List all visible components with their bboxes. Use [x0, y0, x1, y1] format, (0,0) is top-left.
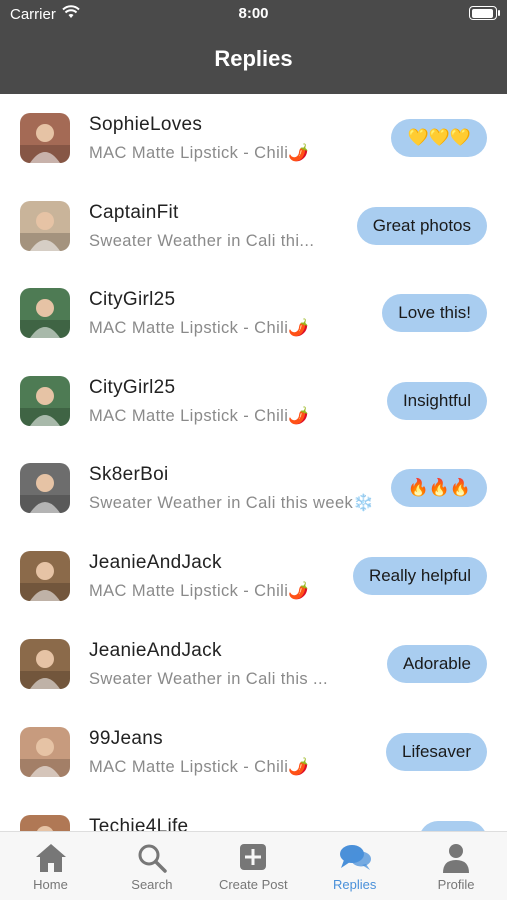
- nav-header: Carrier 8:00 Replies: [0, 0, 507, 94]
- reply-row[interactable]: JeanieAndJack Sweater Weather in Cali thi…: [0, 620, 507, 708]
- reply-bubble[interactable]: 💛💛💛: [391, 119, 487, 157]
- reply-row[interactable]: SophieLoves MAC Matte Lipstick - Chili🌶️ 💛…: [0, 94, 507, 182]
- person-icon: [406, 842, 507, 874]
- home-icon: [0, 842, 101, 874]
- reply-row[interactable]: 99Jeans MAC Matte Lipstick - Chili🌶️ Lifes…: [0, 708, 507, 796]
- reply-post-title: MAC Matte Lipstick - Chili🌶️: [89, 758, 310, 776]
- status-time: 8:00: [238, 5, 269, 22]
- tab-replies[interactable]: Replies: [304, 832, 405, 900]
- reply-post-title: Sweater Weather in Cali this ...: [89, 670, 329, 688]
- reply-username: CityGirl25: [89, 377, 176, 398]
- reply-post-title: Sweater Weather in Cali thi...: [89, 232, 315, 250]
- tab-label: Replies: [333, 877, 377, 892]
- plus-square-icon: [203, 842, 304, 874]
- reply-bubble[interactable]: 🔥🔥🔥: [391, 469, 487, 507]
- tab-search[interactable]: Search: [101, 832, 202, 900]
- reply-bubble[interactable]: Great photos: [356, 207, 487, 245]
- reply-row[interactable]: CityGirl25 MAC Matte Lipstick - Chili🌶️ Lo…: [0, 269, 507, 357]
- page-title: Replies: [214, 46, 293, 71]
- avatar[interactable]: [20, 113, 70, 163]
- avatar[interactable]: [20, 727, 70, 777]
- reply-post-title: Sweater Weather in Cali this week❄️: [89, 494, 375, 512]
- reply-row[interactable]: Techie4Life: [0, 796, 507, 831]
- avatar[interactable]: [20, 288, 70, 338]
- avatar[interactable]: [20, 815, 70, 831]
- reply-bubble[interactable]: [419, 821, 487, 831]
- reply-bubble[interactable]: Insightful: [386, 382, 487, 420]
- reply-post-title: MAC Matte Lipstick - Chili🌶️: [89, 144, 310, 162]
- status-bar: Carrier 8:00: [0, 0, 507, 28]
- reply-row[interactable]: JeanieAndJack MAC Matte Lipstick - Chili🌶…: [0, 532, 507, 620]
- reply-row[interactable]: CityGirl25 MAC Matte Lipstick - Chili🌶️ In…: [0, 357, 507, 445]
- reply-bubble[interactable]: Really helpful: [352, 557, 487, 595]
- chat-bubbles-icon: [304, 842, 405, 874]
- avatar[interactable]: [20, 551, 70, 601]
- tab-label: Create Post: [218, 877, 288, 892]
- tab-bar: Home Search Create Post Replies Profile: [0, 831, 507, 900]
- reply-bubble[interactable]: Love this!: [382, 294, 487, 332]
- avatar[interactable]: [20, 201, 70, 251]
- avatar[interactable]: [20, 376, 70, 426]
- reply-username: 99Jeans: [89, 728, 163, 749]
- reply-post-title: MAC Matte Lipstick - Chili🌶️: [89, 319, 310, 337]
- battery-icon: [469, 6, 500, 20]
- replies-list[interactable]: SophieLoves MAC Matte Lipstick - Chili🌶️ 💛…: [0, 94, 507, 831]
- tab-home[interactable]: Home: [0, 832, 101, 900]
- avatar[interactable]: [20, 639, 70, 689]
- tab-label: Search: [131, 877, 173, 892]
- search-icon: [101, 842, 202, 874]
- tab-label: Home: [33, 877, 68, 892]
- tab-label: Profile: [437, 877, 475, 892]
- tab-create-post[interactable]: Create Post: [203, 832, 304, 900]
- reply-username: SophieLoves: [89, 114, 203, 135]
- avatar[interactable]: [20, 463, 70, 513]
- reply-username: JeanieAndJack: [89, 552, 222, 573]
- reply-username: JeanieAndJack: [89, 640, 222, 661]
- reply-username: Techie4Life: [89, 816, 189, 831]
- reply-bubble[interactable]: Adorable: [386, 645, 487, 683]
- reply-username: CityGirl25: [89, 289, 176, 310]
- reply-post-title: MAC Matte Lipstick - Chili🌶️: [89, 582, 310, 600]
- reply-bubble[interactable]: Lifesaver: [386, 733, 487, 771]
- reply-post-title: MAC Matte Lipstick - Chili🌶️: [89, 407, 310, 425]
- reply-username: Sk8erBoi: [89, 464, 169, 485]
- reply-username: CaptainFit: [89, 202, 179, 223]
- reply-row[interactable]: Sk8erBoi Sweater Weather in Cali this wee…: [0, 444, 507, 532]
- reply-row[interactable]: CaptainFit Sweater Weather in Cali thi...…: [0, 182, 507, 270]
- tab-profile[interactable]: Profile: [406, 832, 507, 900]
